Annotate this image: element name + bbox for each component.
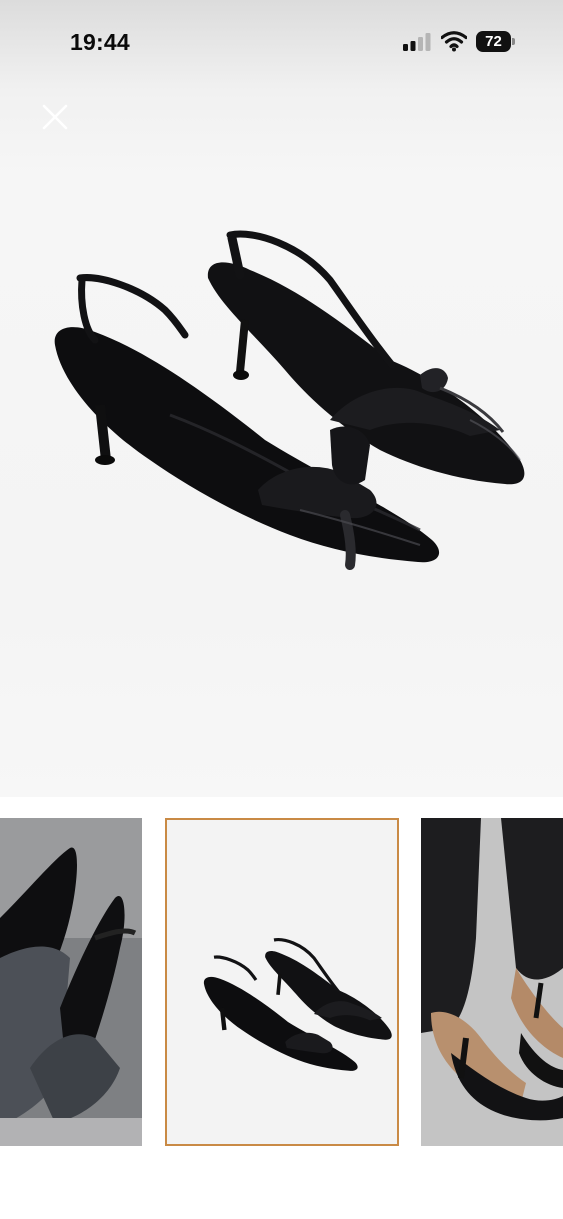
product-image-viewer: 19:44 72: [0, 0, 563, 797]
close-button[interactable]: [38, 100, 72, 134]
thumbnail-1[interactable]: [0, 818, 142, 1146]
thumbnail-strip: [0, 797, 563, 1219]
battery-icon: 72: [476, 31, 516, 53]
thumbnail-2-selected[interactable]: [165, 818, 399, 1146]
thumbnail-3[interactable]: [421, 818, 563, 1146]
wifi-icon: [441, 31, 467, 52]
cellular-signal-icon: [403, 33, 431, 51]
battery-level: 72: [476, 31, 511, 52]
status-bar: 19:44 72: [0, 0, 563, 80]
product-photo-main[interactable]: [0, 160, 563, 780]
status-time: 19:44: [70, 29, 130, 55]
